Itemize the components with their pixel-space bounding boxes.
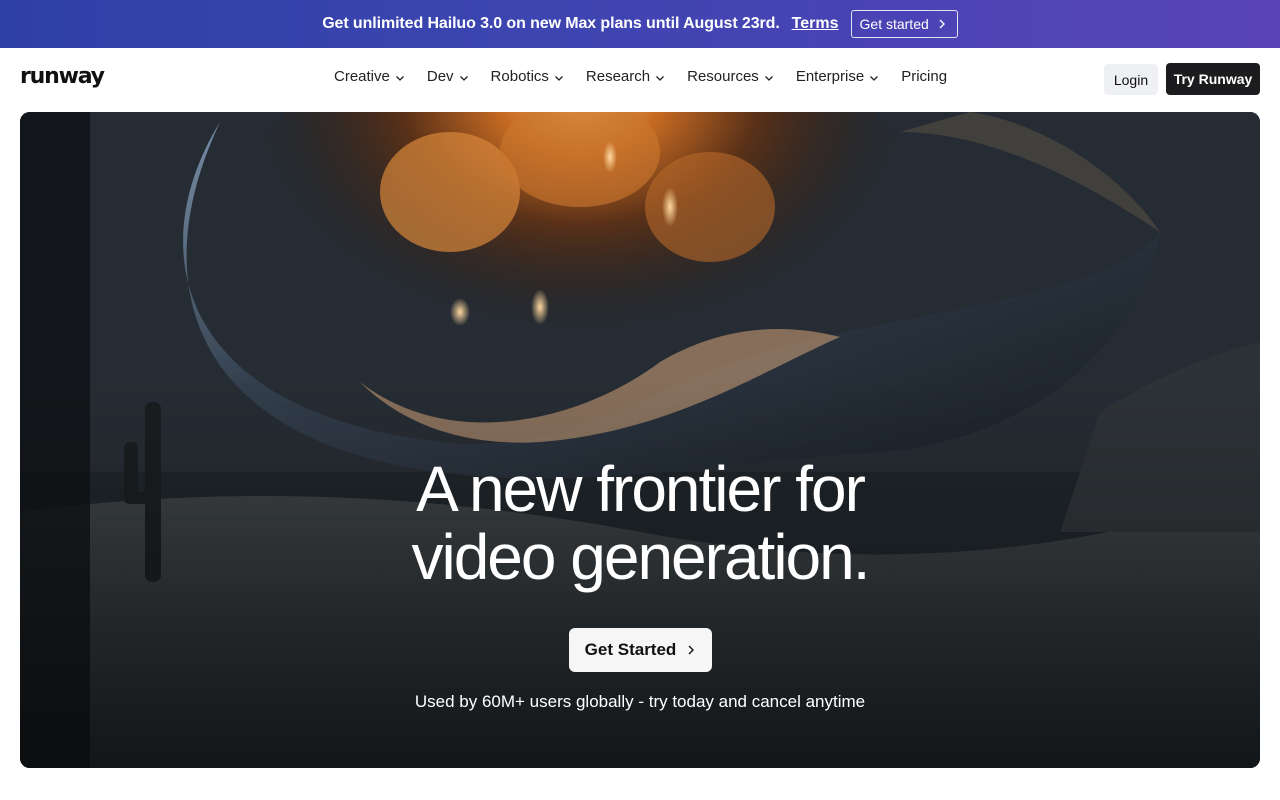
chevron-down-icon [395,75,404,81]
hero-subtext: Used by 60M+ users globally - try today … [414,692,866,711]
chevron-down-icon [554,75,563,81]
hero-headline: A new frontier for video generation. [20,455,1260,591]
nav-item-creative[interactable]: Creative [334,68,405,85]
nav-item-resources[interactable]: Resources [687,68,774,85]
nav-item-dev[interactable]: Dev [427,68,469,85]
chevron-right-icon [939,19,945,29]
nav-item-label: Robotics [490,68,549,85]
chevron-right-icon [688,645,695,655]
nav-item-label: Pricing [901,68,948,85]
nav-item-enterprise[interactable]: Enterprise [796,68,879,85]
chevron-down-icon [656,75,665,81]
main-nav: runway Creative Dev Robotics Research Re… [0,48,1280,112]
nav-menu: Creative Dev Robotics Research Resources… [334,68,947,85]
hero-get-started-label: Get Started [584,640,677,659]
banner-get-started-label: Get started [859,16,929,32]
promo-banner: Get unlimited Hailuo 3.0 on new Max plan… [0,0,1280,48]
promo-message: Get unlimited Hailuo 3.0 on new Max plan… [322,15,780,32]
chevron-down-icon [459,75,468,81]
nav-item-robotics[interactable]: Robotics [491,68,564,85]
nav-item-label: Creative [334,68,390,85]
hero-headline-line-2: video generation. [411,521,870,593]
terms-link[interactable]: Terms [792,15,839,33]
login-button[interactable]: Login [1104,64,1158,95]
try-runway-button[interactable]: Try Runway [1166,63,1260,95]
nav-item-label: Enterprise [795,68,865,85]
nav-item-label: Resources [687,68,759,85]
hero-section: A new frontier for video generation. Get… [20,112,1260,768]
nav-item-label: Dev [426,68,454,85]
runway-logo[interactable]: runway [20,64,105,89]
nav-item-label: Research [585,68,651,85]
nav-item-research[interactable]: Research [586,68,665,85]
chevron-down-icon [764,75,773,81]
hero-headline-line-1: A new frontier for [416,453,866,525]
chevron-down-icon [870,75,879,81]
nav-item-pricing[interactable]: Pricing [901,68,947,85]
banner-get-started-button[interactable]: Get started [850,10,958,38]
hero-get-started-button[interactable]: Get Started [569,628,712,672]
